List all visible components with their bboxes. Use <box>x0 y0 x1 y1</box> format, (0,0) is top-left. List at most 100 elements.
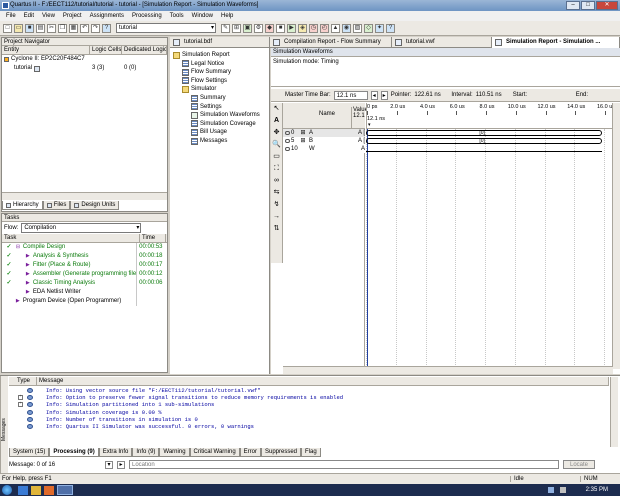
entity-row[interactable]: tutorial 3 (3) 0 (0) <box>2 64 167 73</box>
fullscreen-icon[interactable]: ▭ <box>271 151 282 163</box>
col-logic-cells[interactable]: Logic Cells <box>90 46 122 54</box>
waveform-canvas[interactable]: [0] [0] <box>366 129 612 369</box>
next-transition-button[interactable]: ▸ <box>380 90 388 100</box>
expand-icon[interactable]: ▶ <box>26 252 33 261</box>
message-nav-icon[interactable]: ▾ <box>105 460 113 469</box>
message-tab[interactable]: Suppressed <box>261 448 302 457</box>
task-row[interactable]: ✓ ▶ Analysis & Synthesis 00:00:18 <box>4 252 166 261</box>
analysis-icon[interactable]: ◈ <box>298 23 307 33</box>
new-file-icon[interactable]: □ <box>3 23 12 33</box>
col-type[interactable]: Type <box>9 377 37 385</box>
assign-icon[interactable]: ⊞ <box>232 23 241 33</box>
waveform-vscroll[interactable] <box>612 103 620 369</box>
compiler-tool-icon[interactable]: ✎ <box>221 23 230 33</box>
tab-hierarchy[interactable]: Hierarchy <box>2 201 43 210</box>
help-icon[interactable]: ? <box>386 23 395 33</box>
cut-icon[interactable]: ✂ <box>47 23 56 33</box>
menu-window[interactable]: Window <box>188 11 217 21</box>
expand-icon[interactable]: ▶ <box>26 279 33 288</box>
taskbar-quartus-icon[interactable] <box>57 485 73 495</box>
arrow-right-icon[interactable]: → <box>271 211 282 223</box>
settings-icon[interactable]: ⚙ <box>254 23 263 33</box>
expand-icon[interactable]: ▶ <box>26 261 33 270</box>
task-row[interactable]: ✓ ▶ Classic Timing Analysis 00:00:06 <box>4 279 166 288</box>
waveform-trace[interactable] <box>366 146 602 152</box>
tab-tutorial-vwf[interactable]: tutorial.vwf <box>392 37 492 48</box>
expand-icon[interactable]: ▶ <box>16 297 23 306</box>
expand-message-icon[interactable]: + <box>18 395 23 401</box>
message-line[interactable]: Info: Number of transitions in simulatio… <box>25 416 615 423</box>
expand-icon[interactable]: ▶ <box>26 270 33 279</box>
message-line[interactable]: + Info: Option to preserve fewer signal t… <box>18 394 615 401</box>
col-dedicated[interactable]: Dedicated Logic <box>122 46 167 54</box>
expand-bus-icon[interactable]: ⊞ <box>299 137 307 145</box>
locate-button[interactable]: Locate <box>563 460 596 469</box>
device-row[interactable]: Cyclone II: EP2C20F484C7 <box>2 55 167 64</box>
pin-icon[interactable] <box>299 145 307 153</box>
start-orb-icon[interactable] <box>2 485 12 495</box>
waveform-trace[interactable]: [0] <box>366 138 602 144</box>
menu-assignments[interactable]: Assignments <box>86 11 128 21</box>
message-line[interactable]: Info: Using vector source file "F:/EECT1… <box>25 387 615 394</box>
message-tab[interactable]: Processing (9) <box>49 448 99 457</box>
tab-simulation-report[interactable]: Simulation Report - Simulation ... <box>492 37 620 48</box>
task-row[interactable]: ✓ ▶ Assembler (Generate programming files)… <box>4 270 166 279</box>
master-time-field[interactable]: 12.1 ns <box>333 90 368 100</box>
prev-transition-button[interactable]: ◂ <box>370 90 378 100</box>
message-tab[interactable]: Warning <box>159 448 190 457</box>
nav-hscroll[interactable] <box>2 192 167 200</box>
task-row[interactable]: ✓ ▶ Fitter (Place & Route) 00:00:17 <box>4 261 166 270</box>
report-tree-item[interactable]: Summary <box>191 94 226 102</box>
stop-icon[interactable]: ■ <box>276 23 285 33</box>
waveform-hscroll[interactable] <box>283 366 613 374</box>
undo-icon[interactable]: ↶ <box>80 23 89 33</box>
report-tree-item[interactable]: Flow Summary <box>182 68 231 76</box>
message-tab[interactable]: System (15) <box>9 448 50 457</box>
task-row[interactable]: ✓ ⊟ Compile Design 00:00:53 <box>4 243 166 252</box>
timing-analyzer-icon[interactable]: ◷ <box>309 23 318 33</box>
find-icon[interactable]: ⛶ <box>271 163 282 175</box>
expand-icon[interactable]: ⊟ <box>16 243 23 252</box>
tab-compilation-report[interactable]: Compilation Report - Flow Summary <box>270 37 392 48</box>
snap-icon[interactable]: ↯ <box>271 199 282 211</box>
message-line[interactable]: Info: Simulation coverage is 0.00 % <box>25 409 615 416</box>
message-tab[interactable]: Error <box>239 448 261 457</box>
expand-bus-icon[interactable]: ⊞ <box>299 129 307 137</box>
tray-icons[interactable] <box>547 487 578 493</box>
menu-edit[interactable]: Edit <box>20 11 38 21</box>
message-tab[interactable]: Flag <box>301 448 321 457</box>
expand-message-icon[interactable]: + <box>18 402 23 408</box>
location-nav-icon[interactable]: ▸ <box>117 460 125 469</box>
signal-row[interactable]: 0 ⊞ A A [ <box>283 129 365 137</box>
sort-icon[interactable]: ⇅ <box>271 223 282 235</box>
menu-project[interactable]: Project <box>59 11 86 21</box>
help-pointer-icon[interactable]: ? <box>102 23 111 33</box>
paste-icon[interactable]: ▦ <box>69 23 78 33</box>
location-input[interactable] <box>129 460 559 469</box>
report-tree-item[interactable]: Settings <box>191 103 222 111</box>
print-icon[interactable]: ▤ <box>36 23 45 33</box>
message-tab[interactable]: Extra Info <box>98 448 133 457</box>
select-tool-icon[interactable]: ↖ <box>271 103 282 115</box>
message-line[interactable]: Info: Quartus II Simulator was successfu… <box>25 423 615 430</box>
timing-icon[interactable]: ◴ <box>320 23 329 33</box>
text-tool-icon[interactable]: A <box>271 115 282 127</box>
report-tree-item[interactable]: Simulation Report <box>173 51 230 59</box>
minimize-button[interactable]: – <box>566 1 580 10</box>
taskbar-ie-icon[interactable] <box>18 485 28 495</box>
ip-icon[interactable]: ✦ <box>375 23 384 33</box>
simulator-icon[interactable]: ▲ <box>331 23 340 33</box>
open-folder-icon[interactable]: ▭ <box>14 23 23 33</box>
col-message[interactable]: Message <box>37 377 609 385</box>
col-time[interactable]: Time <box>140 234 166 242</box>
cursor-marker-icon[interactable]: ▾ <box>368 122 371 128</box>
tab-design-units[interactable]: Design Units <box>70 201 120 210</box>
chip-planner-icon[interactable]: ◆ <box>265 23 274 33</box>
menu-file[interactable]: File <box>2 11 20 21</box>
flow-select[interactable]: Compilation <box>21 223 142 233</box>
tab-files[interactable]: Files <box>42 201 71 210</box>
pin-planner-icon[interactable]: ▣ <box>243 23 252 33</box>
report-tree-item[interactable]: Legal Notice <box>182 60 224 68</box>
message-tab[interactable]: Info (9) <box>132 448 160 457</box>
message-tab[interactable]: Critical Warning <box>189 448 240 457</box>
